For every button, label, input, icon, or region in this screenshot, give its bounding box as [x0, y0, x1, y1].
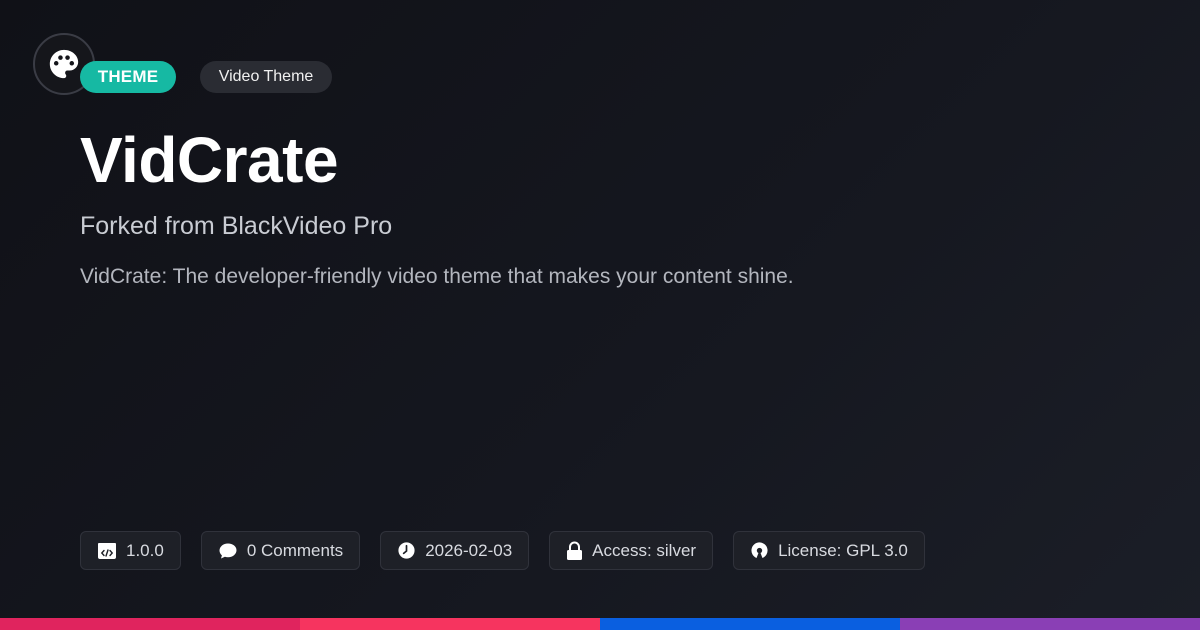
- license-pill: License: GPL 3.0: [733, 531, 925, 570]
- color-bar: [0, 618, 1200, 630]
- category-badge[interactable]: Video Theme: [200, 61, 332, 93]
- palette-icon: [49, 49, 79, 79]
- meta-row: 1.0.0 0 Comments 2026-02-03 Access: silv…: [80, 531, 925, 570]
- color-bar-segment: [600, 618, 900, 630]
- clock-icon: [398, 542, 415, 559]
- subtitle: Forked from BlackVideo Pro: [80, 212, 393, 240]
- version-pill: 1.0.0: [80, 531, 181, 570]
- description: VidCrate: The developer-friendly video t…: [80, 265, 794, 288]
- color-bar-segment: [0, 618, 300, 630]
- page-title: VidCrate: [80, 124, 339, 196]
- date-pill: 2026-02-03: [380, 531, 530, 570]
- open-source-icon: [751, 542, 768, 559]
- code-window-icon: [98, 542, 116, 559]
- access-pill: Access: silver: [549, 531, 714, 570]
- lock-icon: [567, 541, 583, 560]
- license-text: License: GPL 3.0: [778, 540, 908, 560]
- comments-text: 0 Comments: [246, 540, 344, 560]
- access-text: Access: silver: [592, 540, 697, 560]
- comment-icon: [219, 543, 237, 558]
- type-badge: THEME: [80, 61, 176, 93]
- color-bar-segment: [900, 618, 1200, 630]
- comments-pill[interactable]: 0 Comments: [200, 531, 361, 570]
- date-text: 2026-02-03: [425, 540, 513, 560]
- version-text: 1.0.0: [126, 540, 164, 560]
- color-bar-segment: [300, 618, 600, 630]
